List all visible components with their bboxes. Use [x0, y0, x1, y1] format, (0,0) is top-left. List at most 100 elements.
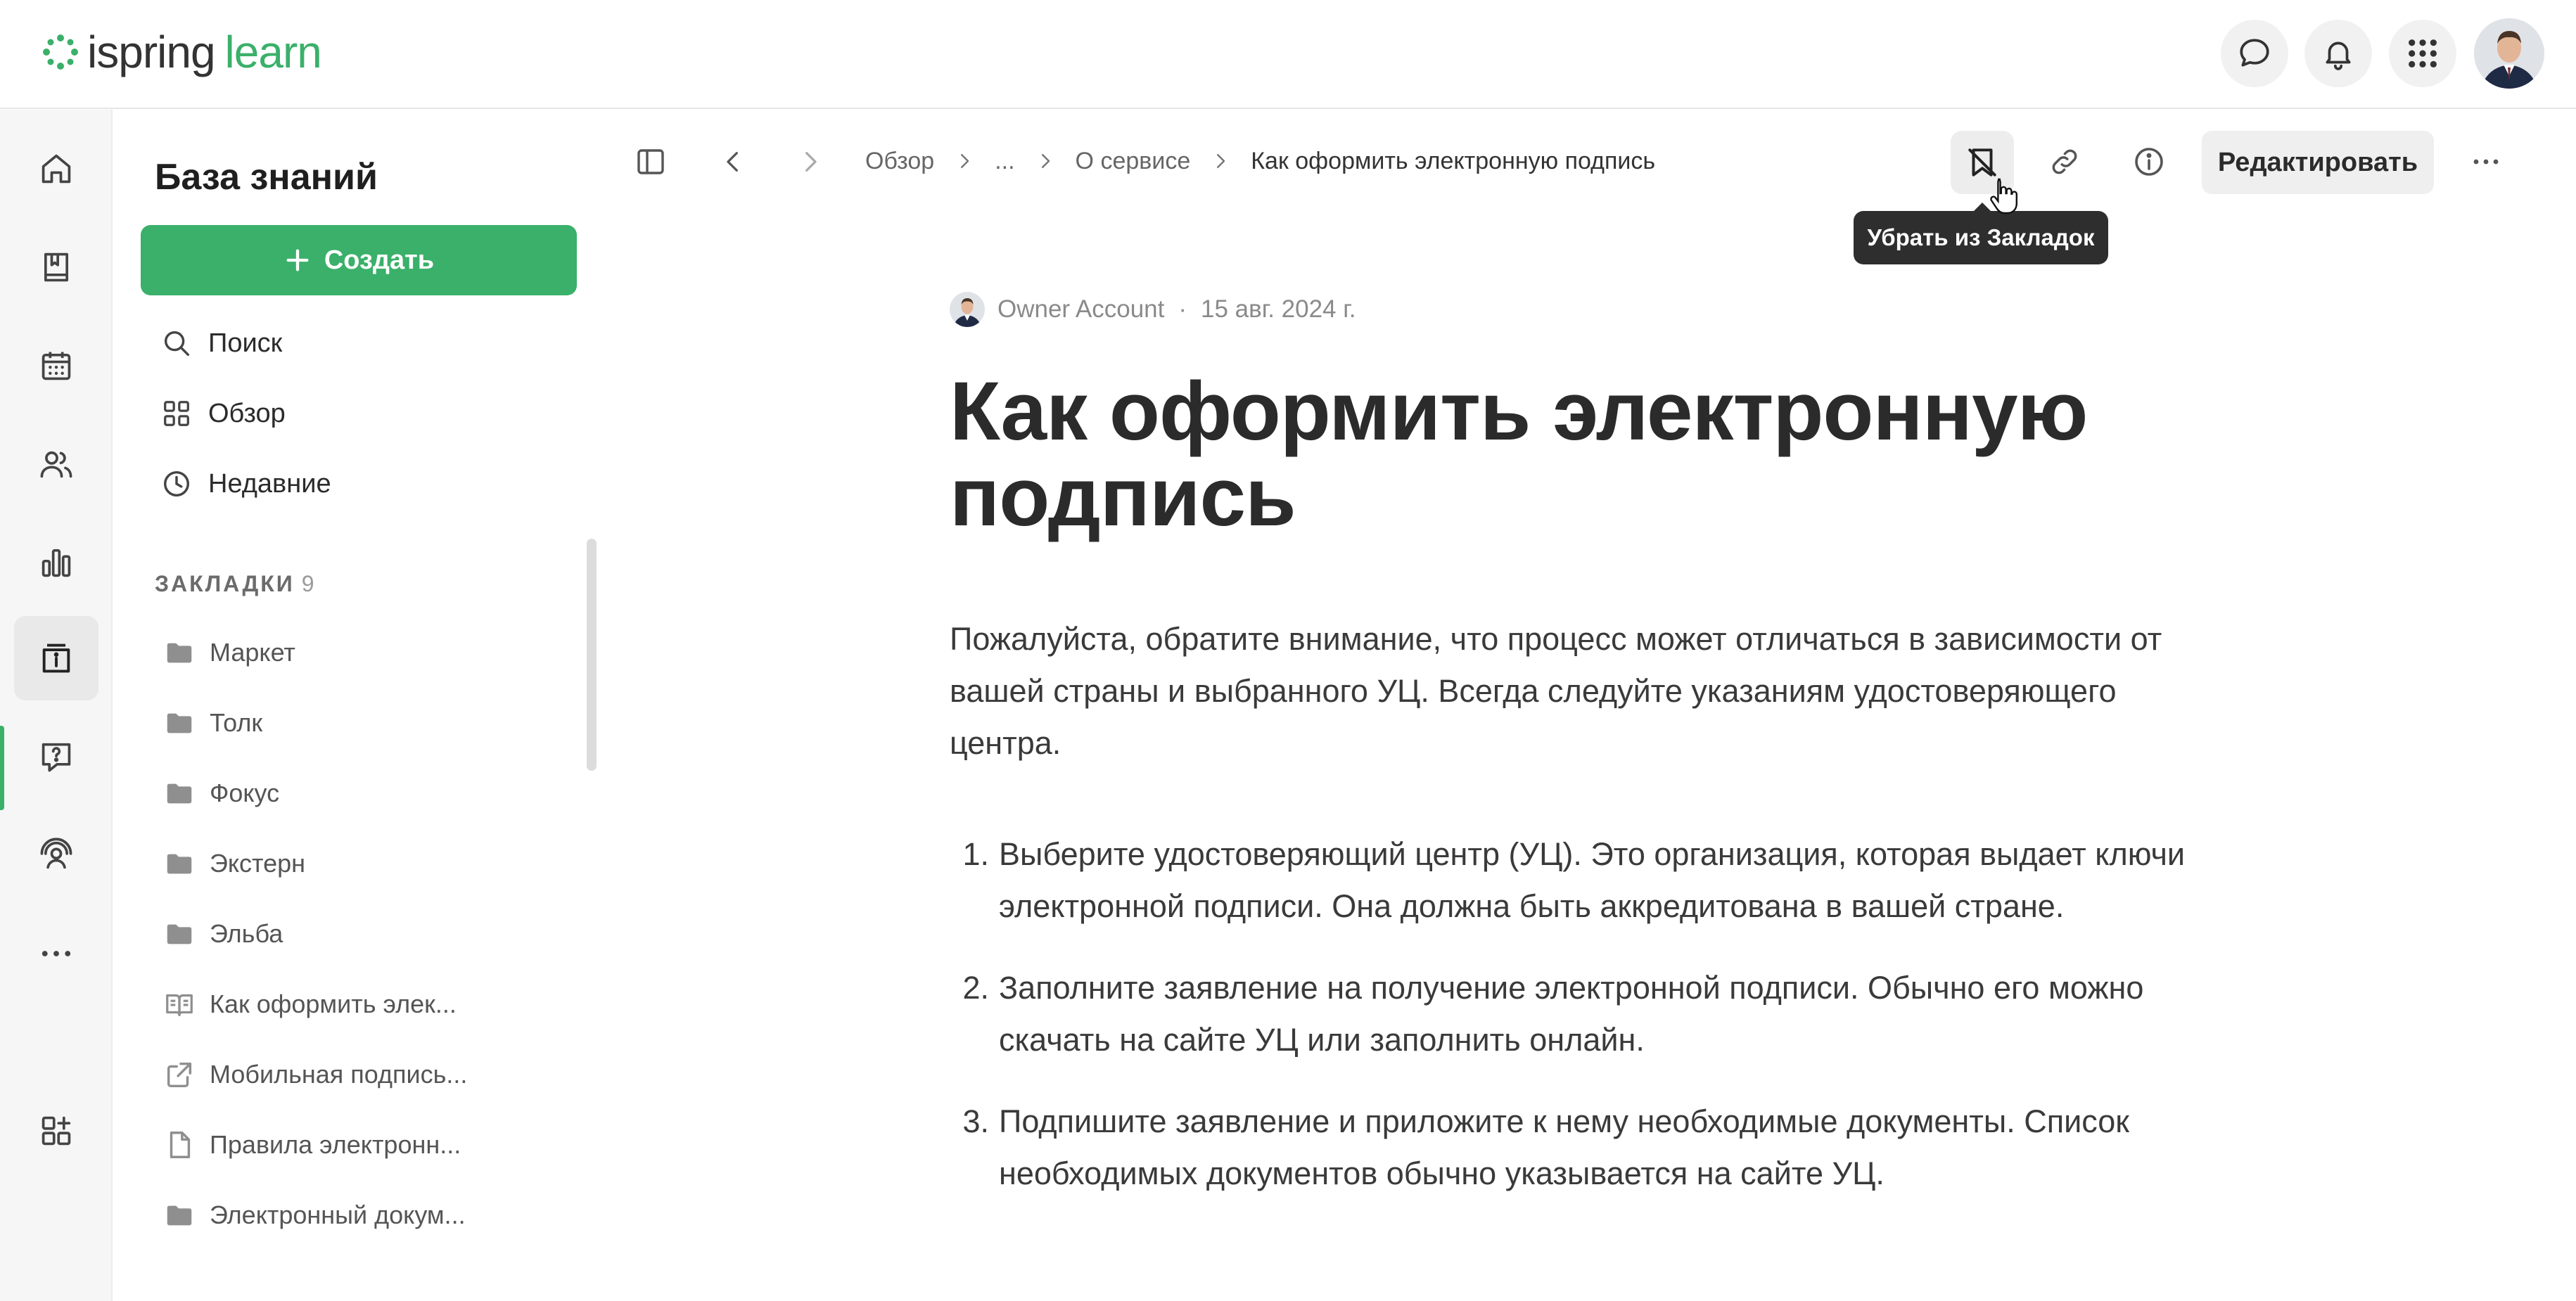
breadcrumb: Обзор ... О сервисе Как оформить электро… [865, 143, 1655, 179]
bell-icon [2326, 41, 2351, 70]
bookmark-label: Экстерн [210, 849, 306, 878]
bookmark-item[interactable]: Как оформить элек... [163, 983, 457, 1025]
sidebar-title: База знаний [155, 157, 378, 198]
app-window: ispring learn База знаний Создать Поиск … [0, 0, 2576, 1301]
bookmark-label: Правила электронн... [210, 1130, 461, 1159]
bookmark-label: Толк [210, 708, 263, 737]
clock-icon [163, 470, 190, 497]
bookmark-item[interactable]: Маркет [163, 632, 295, 674]
tooltip: Убрать из Закладок [1854, 211, 2108, 264]
info-button[interactable] [2127, 139, 2172, 184]
step-text: Подпишите заявление и приложите к нему н… [999, 1103, 2129, 1191]
meta-separator: · [1178, 295, 1187, 323]
step-number: 1. [962, 836, 989, 872]
author-photo-icon [950, 292, 985, 327]
sidebar-item-recent[interactable]: Недавние [160, 463, 331, 505]
folder-icon [167, 783, 192, 804]
bookmarks-header: ЗАКЛАДКИ 9 [155, 571, 314, 597]
logo[interactable]: ispring learn [41, 26, 322, 78]
external-link-icon [167, 1062, 192, 1088]
more-horizontal-icon [2473, 159, 2499, 165]
copy-link-button[interactable] [2042, 139, 2087, 184]
logo-product-text: learn [224, 27, 322, 77]
sidebar-item-label: Обзор [208, 398, 286, 428]
list-item: 1. Выберите удостоверяющий центр (УЦ). Э… [950, 828, 2230, 933]
bookmark-item[interactable]: Экстерн [163, 842, 305, 885]
rail-item-help[interactable] [14, 714, 98, 799]
rail-active-indicator [0, 726, 4, 810]
bookmark-item[interactable]: Эльба [163, 913, 283, 955]
more-actions-button[interactable] [2463, 139, 2508, 184]
article-title: Как оформить электронную подпись [950, 365, 2088, 544]
rail-item-calendar[interactable] [14, 323, 98, 408]
navigation-rail [0, 110, 113, 1301]
sidebar-toggle-icon [637, 149, 664, 174]
user-avatar[interactable] [2474, 18, 2544, 89]
toggle-sidebar-button[interactable] [628, 139, 673, 184]
chevron-left-icon [727, 152, 738, 172]
rail-item-webinars[interactable] [14, 813, 98, 897]
top-header: ispring learn [0, 0, 2576, 109]
bookmark-item[interactable]: Толк [163, 702, 262, 744]
steps-list: 1. Выберите удостоверяющий центр (УЦ). Э… [950, 828, 2230, 1200]
document-icon [170, 1132, 191, 1158]
list-item: 2. Заполните заявление на получение элек… [950, 962, 2230, 1066]
bookmark-item[interactable]: Фокус [163, 772, 279, 814]
add-widget-icon [42, 1116, 71, 1146]
folder-icon [167, 854, 192, 874]
logo-brand-text: ispring [87, 27, 216, 77]
bookmark-item[interactable]: Мобильная подпись... [163, 1053, 467, 1096]
rail-item-library[interactable] [14, 225, 98, 309]
grid-icon [164, 401, 189, 426]
create-button[interactable]: Создать [141, 225, 577, 295]
link-icon [2052, 149, 2077, 174]
rail-item-more[interactable] [14, 911, 98, 996]
folder-icon [167, 643, 192, 663]
bookmark-item[interactable]: Правила электронн... [163, 1124, 461, 1166]
rail-item-add-widget[interactable] [14, 1089, 98, 1173]
sidebar-scrollbar[interactable] [587, 539, 597, 771]
knowledge-base-icon [42, 643, 70, 673]
bookmarks-count: 9 [301, 571, 314, 596]
bookmark-label: Мобильная подпись... [210, 1060, 468, 1089]
sidebar-item-search[interactable]: Поиск [160, 322, 282, 364]
knowledge-base-sidebar: База знаний Создать Поиск Обзор Недавние… [114, 110, 613, 1301]
bookmark-item[interactable]: Электронный докум... [163, 1194, 466, 1236]
rail-item-reports[interactable] [14, 520, 98, 605]
forward-button[interactable] [788, 139, 833, 184]
bookmark-label: Фокус [210, 778, 280, 807]
apps-button[interactable] [2389, 20, 2456, 87]
notifications-button[interactable] [2304, 20, 2372, 87]
apps-grid-icon [2409, 39, 2437, 68]
search-icon [164, 331, 190, 357]
calendar-icon [42, 352, 71, 380]
edit-button[interactable]: Редактировать [2202, 131, 2434, 194]
chevron-right-icon [961, 154, 969, 168]
sidebar-item-overview[interactable]: Обзор [160, 392, 286, 435]
breadcrumb-item-about[interactable]: О сервисе [1076, 148, 1191, 175]
bookmark-label: Электронный докум... [210, 1200, 466, 1229]
author-name[interactable]: Owner Account [997, 295, 1164, 323]
rail-item-knowledge-base[interactable] [14, 616, 98, 700]
author-avatar [950, 292, 985, 327]
chat-icon [2240, 39, 2269, 67]
list-item: 3. Подпишите заявление и приложите к нем… [950, 1096, 2230, 1200]
folder-icon [167, 713, 192, 733]
book-icon [166, 994, 193, 1016]
create-button-label: Создать [324, 245, 435, 275]
bookmark-label: Маркет [210, 638, 295, 667]
home-icon [42, 154, 71, 184]
bookmark-off-icon [1968, 148, 1996, 177]
breadcrumb-item-overview[interactable]: Обзор [865, 148, 934, 175]
bookmarks-label: ЗАКЛАДКИ [155, 571, 295, 596]
back-button[interactable] [710, 139, 755, 184]
breadcrumb-item-ellipsis[interactable]: ... [995, 148, 1014, 175]
chat-button[interactable] [2221, 20, 2288, 87]
logo-text: ispring learn [87, 26, 322, 78]
more-icon [42, 951, 71, 956]
rail-item-users[interactable] [14, 422, 98, 506]
breadcrumb-item-current: Как оформить электронную подпись [1251, 147, 1656, 174]
rail-item-home[interactable] [14, 127, 98, 211]
chevron-right-icon [805, 152, 817, 172]
article-meta: Owner Account · 15 авг. 2024 г. [950, 288, 2230, 331]
